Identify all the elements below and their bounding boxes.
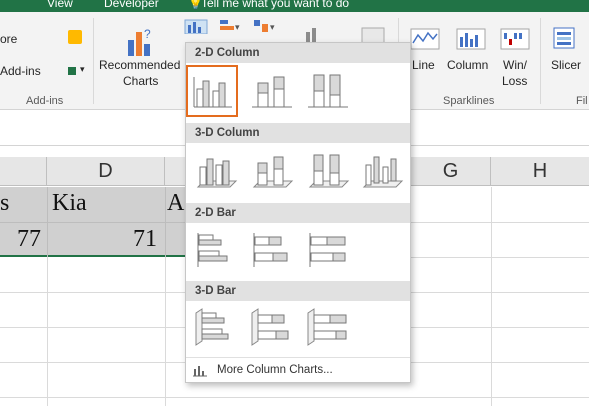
my-addins-button[interactable]: Add-ins <box>0 64 41 78</box>
3d-clustered-bar-icon[interactable] <box>192 303 244 355</box>
column-chart-dropdown: 2-D Column 3-D Column 2-D Bar 3-D Bar Mo… <box>185 42 411 383</box>
tab-view[interactable]: View <box>47 0 73 10</box>
svg-text:?: ? <box>144 27 151 41</box>
gridline <box>0 222 185 223</box>
cell-c1[interactable]: s <box>0 190 9 217</box>
column-header-d[interactable]: D <box>47 157 165 186</box>
tab-developer[interactable]: Developer <box>104 0 159 10</box>
group-divider <box>540 18 541 104</box>
gridline <box>411 257 589 258</box>
column-chart-icon[interactable] <box>184 18 208 34</box>
recommended-charts-label-1[interactable]: Recommended <box>99 58 180 72</box>
ribbon-tab-bar: View Developer 💡 Tell me what you want t… <box>0 0 589 12</box>
recommended-charts-icon[interactable]: ? <box>126 26 154 58</box>
cell-c2[interactable]: 77 <box>17 226 41 253</box>
chevron-down-icon[interactable]: ▾ <box>80 64 85 75</box>
addins-gear-icon <box>68 67 76 75</box>
column-header-h[interactable]: H <box>491 157 589 186</box>
more-column-charts-button[interactable]: More Column Charts... <box>186 357 410 381</box>
group-label-filters: Fil <box>576 95 588 107</box>
3d-column-icon[interactable] <box>358 147 410 199</box>
section-2d-column: 2-D Column <box>186 43 410 63</box>
cell-d1[interactable]: Kia <box>52 190 87 217</box>
stacked-column-icon[interactable] <box>248 67 300 119</box>
sparkline-winloss-label-1[interactable]: Win/ <box>503 58 527 72</box>
100-stacked-column-icon[interactable] <box>304 67 356 119</box>
svg-text:▾: ▾ <box>235 22 240 32</box>
slicer-button[interactable]: Slicer <box>551 58 581 72</box>
sparkline-line-button[interactable]: Line <box>412 58 435 72</box>
3d-100-stacked-column-icon[interactable] <box>304 147 356 199</box>
sparkline-line-icon[interactable] <box>410 28 440 50</box>
3d-100-stacked-bar-icon[interactable] <box>304 303 356 355</box>
clustered-bar-icon[interactable] <box>192 225 244 277</box>
sparkline-winloss-icon[interactable] <box>500 28 530 50</box>
sparkline-column-icon[interactable] <box>456 28 486 50</box>
gridline <box>47 257 48 406</box>
3d-stacked-column-icon[interactable] <box>248 147 300 199</box>
3d-stacked-bar-icon[interactable] <box>248 303 300 355</box>
svg-text:▾: ▾ <box>270 22 275 32</box>
clustered-column-icon <box>193 77 232 108</box>
section-2d-bar: 2-D Bar <box>186 203 410 223</box>
more-charts-icon <box>193 366 207 377</box>
3d-clustered-column-icon[interactable] <box>192 147 244 199</box>
100-stacked-bar-icon[interactable] <box>304 225 356 277</box>
cell-e1[interactable]: A <box>167 190 184 217</box>
sparkline-column-button[interactable]: Column <box>447 58 488 72</box>
gridline <box>491 187 492 406</box>
stacked-bar-icon[interactable] <box>248 225 300 277</box>
bar-chart-icon[interactable]: ▾ <box>218 18 242 34</box>
more-column-charts-label: More Column Charts... <box>217 364 333 376</box>
column-header-g[interactable]: G <box>411 157 491 186</box>
bing-icon[interactable] <box>68 30 82 44</box>
group-divider <box>93 18 94 104</box>
gridline <box>411 222 589 223</box>
section-3d-column: 3-D Column <box>186 123 410 143</box>
gridline <box>0 397 589 398</box>
cell-d2[interactable]: 71 <box>133 226 157 253</box>
hierarchy-chart-icon[interactable]: ▾ <box>252 18 278 34</box>
store-button-label[interactable]: ore <box>0 32 17 46</box>
sparkline-winloss-label-2[interactable]: Loss <box>502 74 527 88</box>
tell-me-search[interactable]: Tell me what you want to do <box>201 0 349 10</box>
gridline <box>165 257 166 406</box>
slicer-icon[interactable] <box>552 26 576 50</box>
group-label-sparklines: Sparklines <box>443 95 495 107</box>
section-3d-bar: 3-D Bar <box>186 281 410 301</box>
recommended-charts-label-2[interactable]: Charts <box>123 74 158 88</box>
column-header-c[interactable] <box>0 157 47 186</box>
clustered-column-option[interactable] <box>186 65 238 117</box>
group-label-addins: Add-ins <box>26 95 64 107</box>
